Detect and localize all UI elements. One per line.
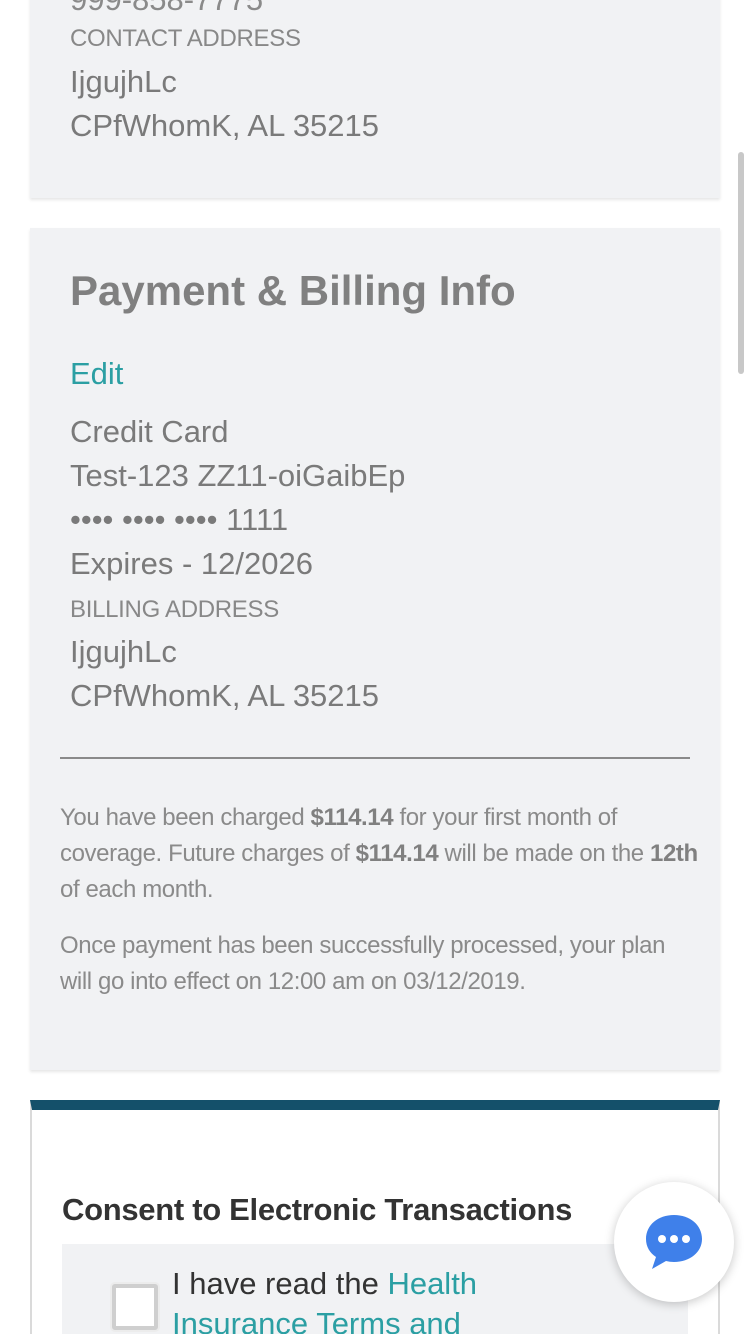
consent-title: Consent to Electronic Transactions bbox=[62, 1192, 573, 1227]
consent-text-prefix: I have read the bbox=[172, 1266, 388, 1301]
charge-day: 12th bbox=[650, 840, 698, 867]
payment-type: Credit Card bbox=[70, 414, 229, 449]
contact-address-label: CONTACT ADDRESS bbox=[70, 25, 301, 52]
chat-button[interactable] bbox=[614, 1182, 734, 1302]
section-title: Payment & Billing Info bbox=[70, 267, 516, 314]
scrollbar[interactable] bbox=[738, 152, 744, 374]
card-expiry: Expires - 12/2026 bbox=[70, 546, 313, 581]
edit-billing-link[interactable]: Edit bbox=[70, 354, 123, 394]
contact-address-line2: CPfWhomK, AL 35215 bbox=[70, 108, 380, 143]
charge-amount: $114.14 bbox=[310, 804, 394, 831]
consent-label: I have read the Health Insurance Terms a… bbox=[172, 1264, 572, 1334]
billing-address-line1: IjgujhLc bbox=[70, 634, 177, 669]
future-charge-amount: $114.14 bbox=[355, 840, 439, 867]
consent-option: I have read the Health Insurance Terms a… bbox=[62, 1244, 688, 1334]
effective-date-note: Once payment has been successfully proce… bbox=[60, 932, 666, 995]
contact-phone: 999-858-7775 bbox=[70, 0, 263, 20]
payment-billing-card: Payment & Billing Info Edit Credit Card … bbox=[30, 228, 720, 1070]
charge-text-prefix: You have been charged bbox=[60, 804, 311, 831]
charge-text-mid2: will be made on the bbox=[438, 840, 651, 867]
chat-bubble-icon bbox=[646, 1215, 702, 1269]
card-name: Test-123 ZZ11-oiGaibEp bbox=[70, 458, 406, 493]
charge-text-suffix: of each month. bbox=[60, 876, 214, 903]
consent-card: Consent to Electronic Transactions I hav… bbox=[30, 1100, 720, 1334]
consent-checkbox[interactable] bbox=[112, 1284, 158, 1330]
billing-address-label: BILLING ADDRESS bbox=[70, 596, 279, 623]
billing-address-line2: CPfWhomK, AL 35215 bbox=[70, 678, 380, 713]
charge-summary: You have been charged $114.14 for your f… bbox=[60, 800, 700, 908]
contact-info-card: 999-858-7775 CONTACT ADDRESS IjgujhLc CP… bbox=[30, 0, 720, 198]
contact-address-line1: IjgujhLc bbox=[70, 64, 177, 99]
divider bbox=[60, 757, 690, 759]
card-number: •••• •••• •••• 1111 bbox=[70, 502, 289, 537]
